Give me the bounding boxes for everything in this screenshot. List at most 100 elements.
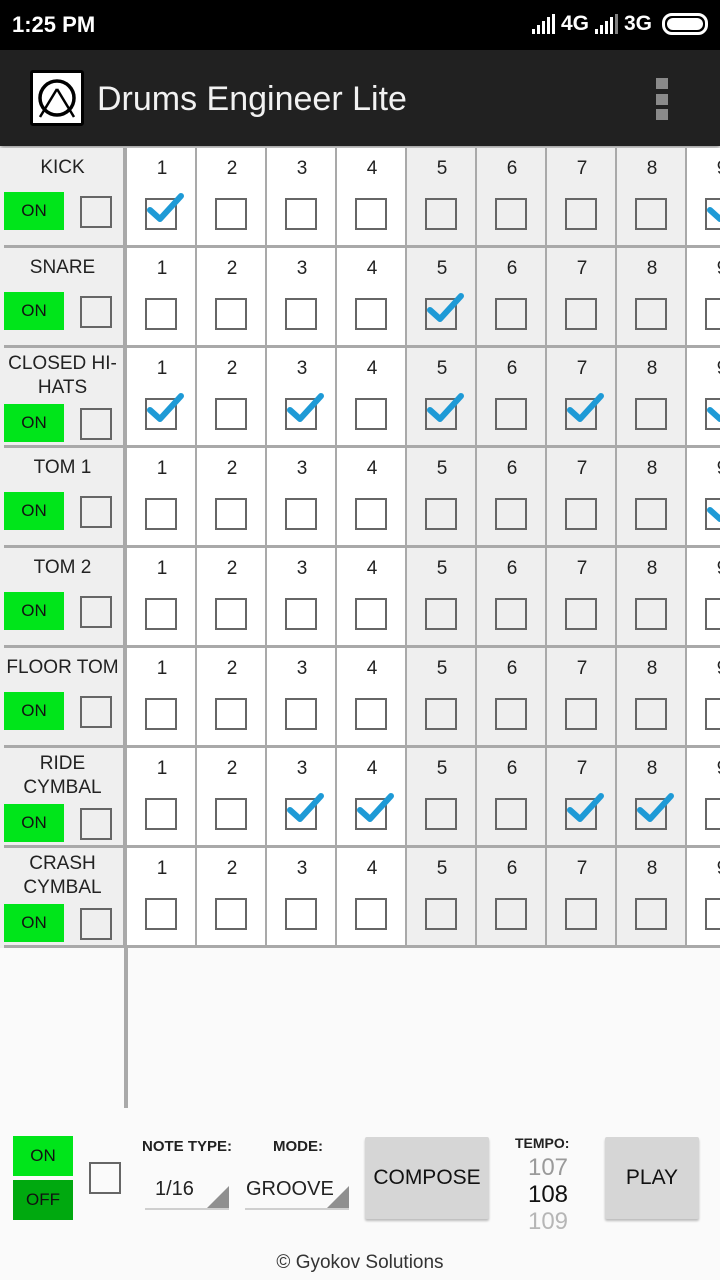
overflow-menu-icon[interactable] [656,78,670,120]
instrument-on-button[interactable]: ON [4,692,64,730]
step-checkbox[interactable] [705,498,720,530]
compose-button[interactable]: COMPOSE [365,1137,489,1219]
instrument-on-button[interactable]: ON [4,904,64,942]
step-checkbox[interactable] [495,298,527,330]
instrument-checkbox[interactable] [80,808,112,840]
step-checkbox[interactable] [145,898,177,930]
step-checkbox[interactable] [355,698,387,730]
instrument-on-button[interactable]: ON [4,804,64,842]
step-checkbox[interactable] [705,298,720,330]
instrument-checkbox[interactable] [80,908,112,940]
step-checkbox[interactable] [705,798,720,830]
step-checkbox[interactable] [215,198,247,230]
step-checkbox[interactable] [215,798,247,830]
mode-spinner[interactable]: GROOVE [245,1174,349,1210]
step-checkbox[interactable] [355,498,387,530]
step-checkbox[interactable] [145,393,184,430]
instrument-checkbox[interactable] [80,196,112,228]
step-checkbox[interactable] [285,598,317,630]
step-checkbox[interactable] [285,298,317,330]
instrument-on-button[interactable]: ON [4,404,64,442]
step-checkbox[interactable] [425,898,457,930]
step-checkbox[interactable] [355,598,387,630]
step-checkbox[interactable] [145,498,177,530]
step-checkbox[interactable] [705,398,720,430]
step-checkbox[interactable] [215,898,247,930]
step-checkbox[interactable] [565,598,597,630]
instrument-checkbox[interactable] [80,408,112,440]
step-checkbox[interactable] [635,598,667,630]
step-cell: 2 [197,448,267,548]
step-checkbox[interactable] [425,393,464,430]
step-checkbox[interactable] [285,393,324,430]
step-checkbox[interactable] [145,598,177,630]
step-checkbox[interactable] [495,498,527,530]
master-on-button[interactable]: ON [13,1136,73,1176]
step-checkbox[interactable] [635,498,667,530]
play-button[interactable]: PLAY [605,1137,699,1219]
step-checkbox[interactable] [635,698,667,730]
step-checkbox[interactable] [565,898,597,930]
step-checkbox[interactable] [145,798,177,830]
step-checkbox[interactable] [215,598,247,630]
step-checkbox[interactable] [635,298,667,330]
step-checkbox[interactable] [215,498,247,530]
step-checkbox[interactable] [285,498,317,530]
step-checkbox[interactable] [285,698,317,730]
tempo-next-value[interactable]: 109 [515,1208,581,1236]
instrument-checkbox[interactable] [80,596,112,628]
step-checkbox[interactable] [565,698,597,730]
step-checkbox[interactable] [425,198,457,230]
step-checkbox[interactable] [635,898,667,930]
step-checkbox[interactable] [565,198,597,230]
step-checkbox[interactable] [565,393,604,430]
step-checkbox[interactable] [425,698,457,730]
step-checkbox[interactable] [425,598,457,630]
step-checkbox[interactable] [215,398,247,430]
step-checkbox[interactable] [355,298,387,330]
step-checkbox[interactable] [215,298,247,330]
step-checkbox[interactable] [495,598,527,630]
step-checkbox[interactable] [425,498,457,530]
tempo-value[interactable]: 108 [515,1181,581,1209]
step-checkbox[interactable] [145,193,184,230]
step-checkbox[interactable] [565,793,604,830]
step-checkbox[interactable] [495,398,527,430]
step-checkbox[interactable] [145,698,177,730]
instrument-on-button[interactable]: ON [4,492,64,530]
step-checkbox[interactable] [285,198,317,230]
step-checkbox[interactable] [565,298,597,330]
instrument-on-button[interactable]: ON [4,592,64,630]
step-checkbox[interactable] [705,198,720,230]
step-checkbox[interactable] [635,398,667,430]
step-checkbox[interactable] [355,398,387,430]
step-checkbox[interactable] [215,698,247,730]
master-checkbox[interactable] [89,1162,121,1194]
step-checkbox[interactable] [635,793,674,830]
step-checkbox[interactable] [425,798,457,830]
instrument-on-button[interactable]: ON [4,292,64,330]
instrument-checkbox[interactable] [80,296,112,328]
step-checkbox[interactable] [705,698,720,730]
instrument-checkbox[interactable] [80,496,112,528]
step-checkbox[interactable] [635,198,667,230]
step-checkbox[interactable] [495,798,527,830]
step-checkbox[interactable] [495,698,527,730]
step-checkbox[interactable] [285,898,317,930]
note-type-spinner[interactable]: 1/16 [145,1174,229,1210]
tempo-prev-value[interactable]: 107 [515,1154,581,1182]
step-checkbox[interactable] [565,498,597,530]
step-checkbox[interactable] [355,793,394,830]
master-off-button[interactable]: OFF [13,1180,73,1220]
instrument-on-button[interactable]: ON [4,192,64,230]
step-checkbox[interactable] [495,198,527,230]
step-checkbox[interactable] [705,598,720,630]
step-checkbox[interactable] [425,293,464,330]
instrument-checkbox[interactable] [80,696,112,728]
step-checkbox[interactable] [285,793,324,830]
step-checkbox[interactable] [355,898,387,930]
step-checkbox[interactable] [145,298,177,330]
step-checkbox[interactable] [705,898,720,930]
step-checkbox[interactable] [495,898,527,930]
step-checkbox[interactable] [355,198,387,230]
